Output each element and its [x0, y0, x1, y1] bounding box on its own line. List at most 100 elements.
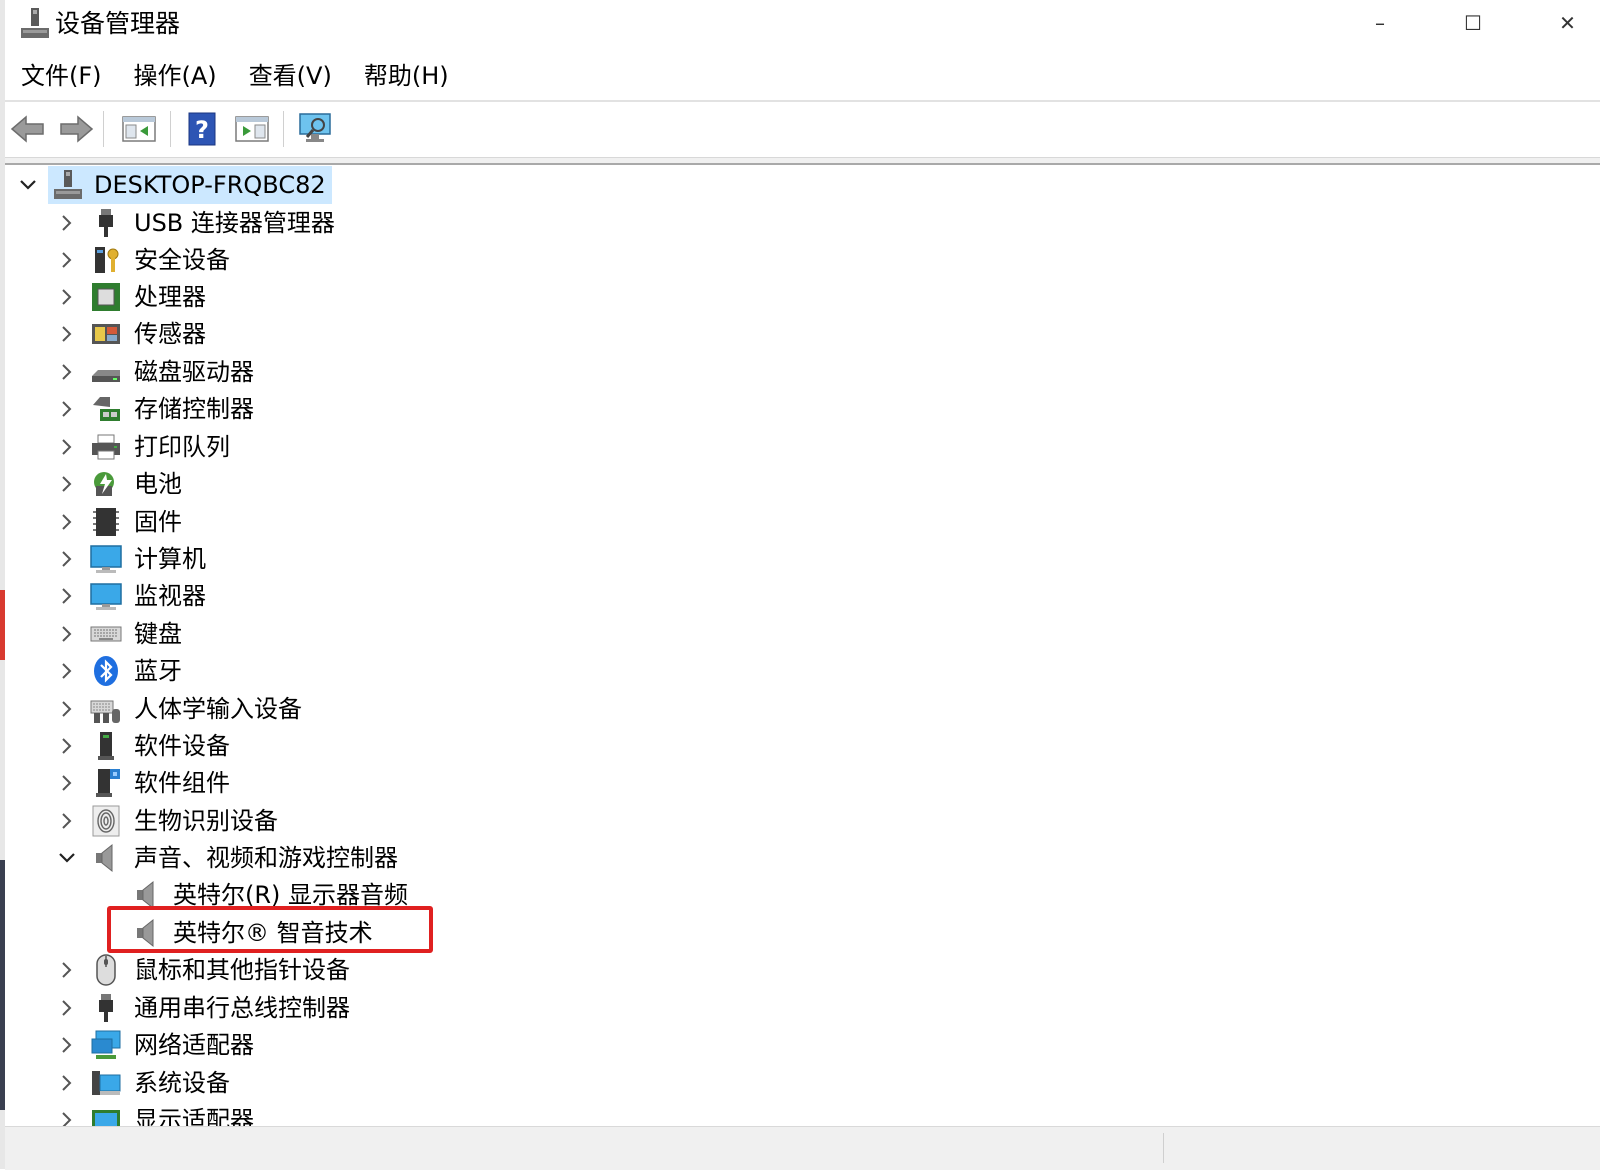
tree-item-sound-video-game-controllers[interactable]: 声音、视频和游戏控制器	[5, 840, 505, 877]
chevron-right-icon[interactable]	[57, 773, 77, 793]
help-button[interactable]: ?	[183, 110, 221, 148]
forward-button[interactable]	[57, 110, 95, 148]
speaker-icon	[96, 843, 113, 873]
menu-file[interactable]: 文件(F)	[5, 52, 118, 100]
help-icon: ?	[188, 112, 216, 146]
processor-icon	[92, 283, 120, 311]
chevron-right-icon[interactable]	[57, 1073, 77, 1093]
tree-item-firmware[interactable]: 固件	[5, 504, 505, 541]
usb-controller-icon	[99, 994, 113, 1022]
system-device-icon	[92, 1071, 121, 1095]
chevron-right-icon[interactable]	[57, 1110, 77, 1126]
tree-item-storage-controllers[interactable]: 存储控制器	[5, 391, 505, 428]
tree-item-bluetooth[interactable]: 蓝牙	[5, 653, 505, 690]
chevron-right-icon[interactable]	[57, 998, 77, 1018]
tree-item-keyboards[interactable]: 键盘	[5, 616, 505, 653]
chevron-right-icon[interactable]	[57, 437, 77, 457]
chevron-right-icon[interactable]	[57, 699, 77, 719]
chevron-down-icon[interactable]	[18, 175, 38, 195]
printer-icon	[92, 434, 120, 460]
tree-item-software-devices[interactable]: 软件设备	[5, 728, 505, 765]
chevron-right-icon[interactable]	[57, 474, 77, 494]
menu-bar: 文件(F) 操作(A) 查看(V) 帮助(H)	[5, 52, 1600, 100]
security-device-icon	[95, 247, 119, 273]
device-manager-icon	[21, 8, 49, 38]
status-divider	[1163, 1133, 1164, 1163]
tree-item-label: 处理器	[134, 283, 206, 311]
chevron-right-icon[interactable]	[57, 287, 77, 307]
chevron-right-icon[interactable]	[57, 362, 77, 382]
properties-button[interactable]	[233, 110, 271, 148]
device-tree: DESKTOP-FRQBC82 USB 连接器管理器 安全设备 处理器 传感器 …	[5, 166, 1600, 1126]
tree-item-label: 鼠标和其他指针设备	[134, 956, 350, 984]
mouse-icon	[96, 954, 116, 986]
tree-item-biometric-devices[interactable]: 生物识别设备	[5, 803, 505, 840]
chevron-right-icon[interactable]	[57, 512, 77, 532]
chevron-right-icon[interactable]	[57, 661, 77, 681]
network-adapter-icon	[91, 1030, 121, 1059]
tree-item-label: 人体学输入设备	[134, 695, 302, 723]
toolbar-separator	[103, 111, 104, 147]
tree-item-human-interface-devices[interactable]: 人体学输入设备	[5, 691, 505, 728]
chevron-down-icon[interactable]	[57, 848, 77, 868]
toolbar: ?	[5, 103, 1600, 155]
menu-view[interactable]: 查看(V)	[233, 52, 348, 100]
tree-root-node[interactable]: DESKTOP-FRQBC82	[5, 167, 405, 204]
chevron-right-icon[interactable]	[57, 811, 77, 831]
computer-monitor-icon	[90, 545, 122, 573]
status-bar	[5, 1126, 1600, 1170]
menu-help[interactable]: 帮助(H)	[348, 52, 465, 100]
tree-item-usb-connector-manager[interactable]: USB 连接器管理器	[5, 205, 505, 242]
tree-item-disk-drives[interactable]: 磁盘驱动器	[5, 354, 505, 391]
storage-controller-icon	[93, 397, 120, 421]
tree-item-usb-controllers[interactable]: 通用串行总线控制器	[5, 990, 505, 1027]
chevron-right-icon[interactable]	[57, 624, 77, 644]
window-title: 设备管理器	[55, 9, 181, 38]
tree-item-display-adapters[interactable]: 显示适配器	[5, 1102, 505, 1126]
maximize-button[interactable]: ☐	[1433, 0, 1513, 46]
menu-action[interactable]: 操作(A)	[118, 52, 233, 100]
tree-item-label: 存储控制器	[134, 395, 254, 423]
tree-item-network-adapters[interactable]: 网络适配器	[5, 1027, 505, 1064]
minimize-button[interactable]: –	[1340, 0, 1420, 46]
chevron-right-icon[interactable]	[57, 213, 77, 233]
title-bar: 设备管理器 – ☐ ✕	[5, 0, 1600, 50]
battery-icon	[94, 472, 114, 496]
tree-item-system-devices[interactable]: 系统设备	[5, 1065, 505, 1102]
tree-item-label: 固件	[134, 508, 182, 536]
tree-item-software-components[interactable]: 软件组件	[5, 765, 505, 802]
toolbar-border	[5, 157, 1600, 165]
svg-text:?: ?	[195, 116, 209, 144]
chevron-right-icon[interactable]	[57, 324, 77, 344]
close-button[interactable]: ✕	[1535, 0, 1600, 46]
display-adapter-icon	[92, 1110, 120, 1126]
chevron-right-icon[interactable]	[57, 1035, 77, 1055]
scan-hardware-icon	[299, 113, 331, 142]
computer-tower-icon	[54, 170, 82, 199]
tree-item-print-queues[interactable]: 打印队列	[5, 429, 505, 466]
tree-item-sensors[interactable]: 传感器	[5, 316, 505, 353]
bluetooth-icon	[94, 656, 118, 686]
back-button[interactable]	[9, 110, 47, 148]
tree-item-label: 软件设备	[134, 732, 230, 760]
chevron-right-icon[interactable]	[57, 250, 77, 270]
tree-item-label: 系统设备	[134, 1069, 230, 1097]
show-hide-tree-button[interactable]	[120, 110, 158, 148]
chevron-right-icon[interactable]	[57, 549, 77, 569]
chevron-right-icon[interactable]	[57, 736, 77, 756]
tree-item-monitors[interactable]: 监视器	[5, 578, 505, 615]
tree-item-mice-pointing-devices[interactable]: 鼠标和其他指针设备	[5, 952, 505, 989]
show-hide-console-tree-icon	[122, 116, 156, 142]
chevron-right-icon[interactable]	[57, 960, 77, 980]
tree-item-processors[interactable]: 处理器	[5, 279, 505, 316]
forward-arrow-icon	[60, 115, 94, 143]
tree-item-label: 安全设备	[134, 246, 230, 274]
tree-item-security-devices[interactable]: 安全设备	[5, 242, 505, 279]
properties-icon	[235, 116, 269, 142]
scan-hardware-button[interactable]	[297, 110, 335, 148]
tree-item-computer[interactable]: 计算机	[5, 541, 505, 578]
chevron-right-icon[interactable]	[57, 586, 77, 606]
tree-item-batteries[interactable]: 电池	[5, 466, 505, 503]
chevron-right-icon[interactable]	[57, 399, 77, 419]
tree-item-label: 通用串行总线控制器	[134, 994, 350, 1022]
